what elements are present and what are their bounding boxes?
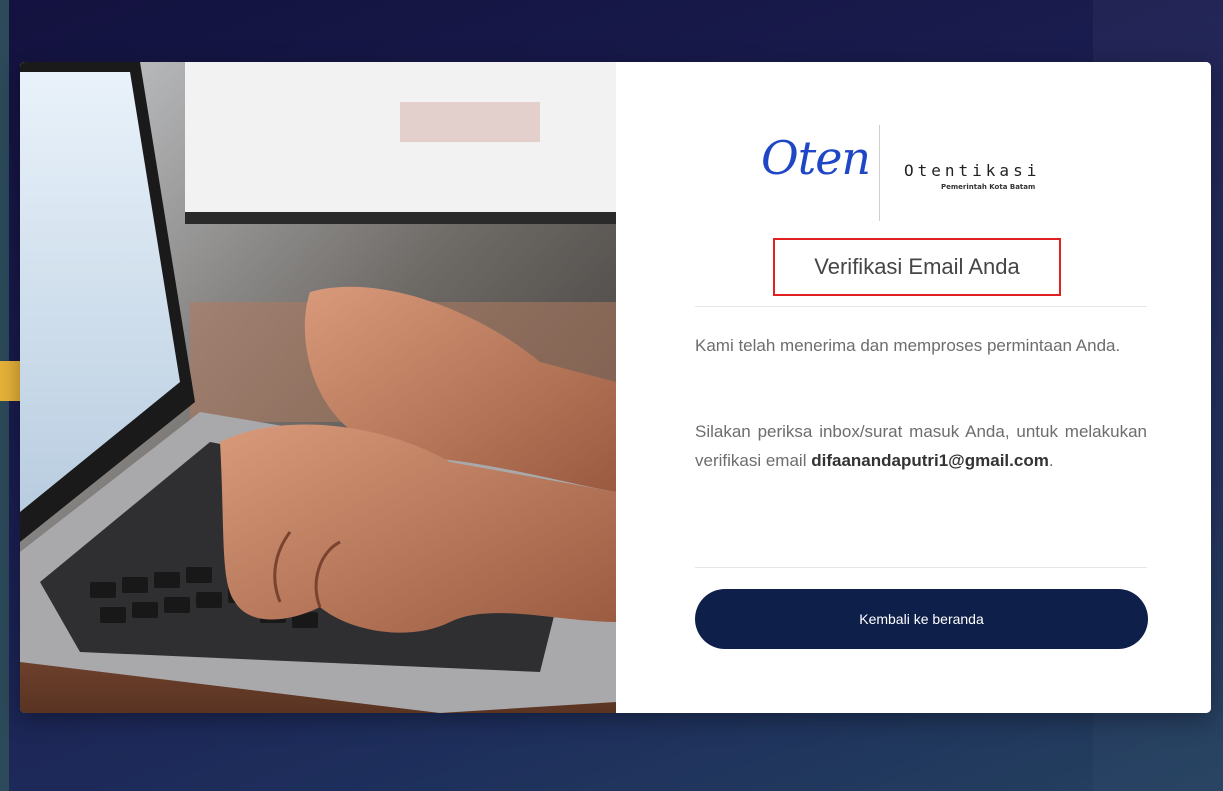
title-highlight-box: Verifikasi Email Anda: [773, 238, 1061, 296]
verification-card: Oten Otentikasi Pemerintah Kota Batam Ve…: [20, 62, 1211, 713]
message-received: Kami telah menerima dan memproses permin…: [695, 336, 1121, 355]
verification-panel: Oten Otentikasi Pemerintah Kota Batam Ve…: [616, 62, 1211, 713]
back-to-home-button[interactable]: Kembali ke beranda: [695, 589, 1148, 649]
divider-top: [695, 306, 1147, 307]
brand-subtitle: Pemerintah Kota Batam: [941, 183, 1036, 191]
brand-name: Otentikasi: [904, 161, 1041, 180]
logo-script: Oten: [761, 131, 871, 185]
user-email: difaanandaputri1@gmail.com: [811, 451, 1049, 470]
laptop-typing-photo: [20, 62, 616, 713]
divider-bottom: [695, 567, 1147, 568]
logo-divider: [879, 125, 880, 221]
page-title: Verifikasi Email Anda: [814, 254, 1020, 279]
message-end: .: [1048, 451, 1054, 470]
message-check-inbox: Silakan periksa inbox/surat masuk Anda, …: [695, 417, 1147, 475]
brand-logo: Oten Otentikasi Pemerintah Kota Batam: [761, 125, 1091, 221]
